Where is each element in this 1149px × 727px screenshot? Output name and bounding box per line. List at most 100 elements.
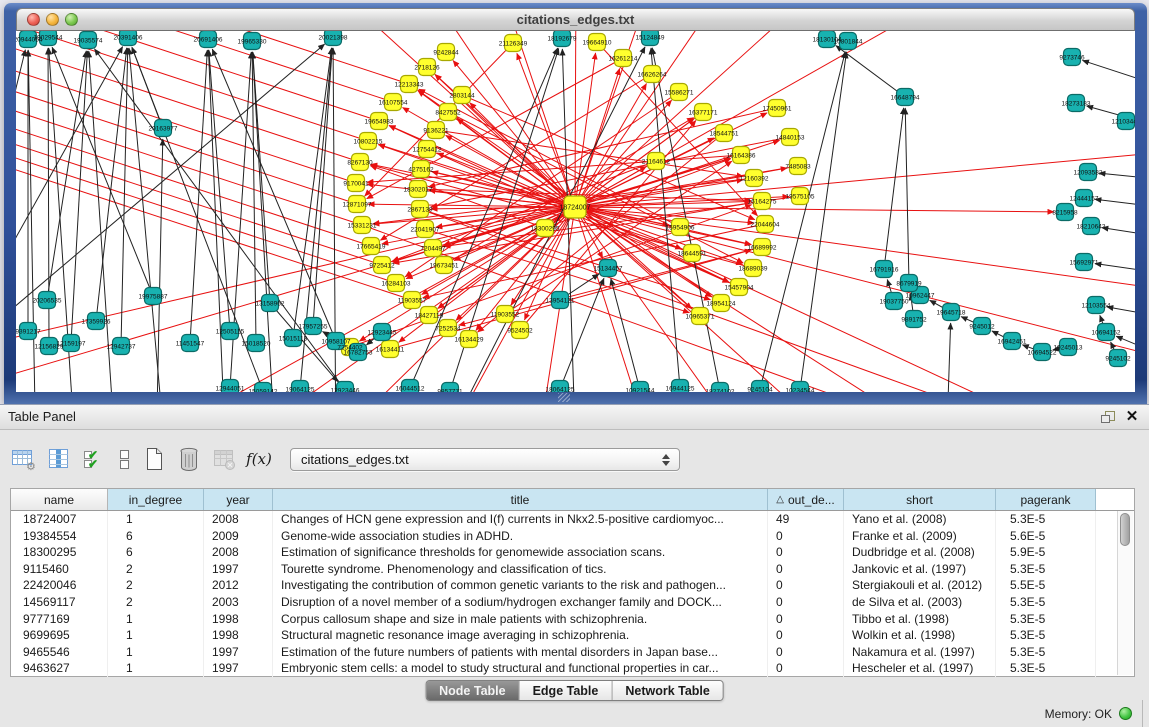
window-resize-grip[interactable]	[558, 393, 570, 402]
cell-name[interactable]: 14569117	[11, 594, 108, 611]
cell-out_degree[interactable]: 0	[768, 627, 844, 644]
cell-name[interactable]: 22420046	[11, 577, 108, 594]
cell-in_degree[interactable]: 1	[108, 627, 204, 644]
cell-in_degree[interactable]: 2	[108, 594, 204, 611]
cell-in_degree[interactable]: 1	[108, 611, 204, 628]
cell-title[interactable]: Estimation of significance thresholds fo…	[273, 544, 768, 561]
column-header-short[interactable]: short	[844, 489, 996, 510]
cell-year[interactable]: 2009	[204, 528, 273, 545]
column-header-out-degree[interactable]: △out_de...	[768, 489, 844, 510]
scrollbar-thumb[interactable]	[1120, 513, 1130, 546]
cell-title[interactable]: Tourette syndrome. Phenomenology and cla…	[273, 561, 768, 578]
cell-pagerank[interactable]: 5.9E-5	[996, 544, 1096, 561]
cell-in_degree[interactable]: 1	[108, 511, 204, 528]
cell-short[interactable]: Jankovic et al. (1997)	[844, 561, 996, 578]
cell-in_degree[interactable]: 6	[108, 544, 204, 561]
function-builder-button[interactable]: f(x)	[243, 443, 275, 475]
network-graph[interactable]: 1872400792428442718126122133431610755419…	[16, 31, 1135, 392]
cell-out_degree[interactable]: 0	[768, 577, 844, 594]
cell-in_degree[interactable]: 2	[108, 577, 204, 594]
cell-in_degree[interactable]: 1	[108, 644, 204, 661]
cell-name[interactable]: 9463627	[11, 660, 108, 677]
cell-pagerank[interactable]: 5.3E-5	[996, 511, 1096, 528]
tab-node-table[interactable]: Node Table	[426, 681, 519, 700]
cell-title[interactable]: Genome-wide association studies in ADHD.	[273, 528, 768, 545]
cell-title[interactable]: Changes of HCN gene expression and I(f) …	[273, 511, 768, 528]
cell-pagerank[interactable]: 5.3E-5	[996, 627, 1096, 644]
cell-short[interactable]: Dudbridge et al. (2008)	[844, 544, 996, 561]
cell-pagerank[interactable]: 5.3E-5	[996, 660, 1096, 677]
cell-in_degree[interactable]: 6	[108, 528, 204, 545]
table-options-button[interactable]: ⚙	[8, 443, 40, 475]
column-header-title[interactable]: title	[273, 489, 768, 510]
select-rows-button[interactable]: ✔ ✔	[78, 443, 110, 475]
cell-year[interactable]: 2008	[204, 544, 273, 561]
cell-out_degree[interactable]: 0	[768, 594, 844, 611]
row-options-button[interactable]	[113, 443, 135, 475]
cell-year[interactable]: 1997	[204, 660, 273, 677]
cell-in_degree[interactable]: 1	[108, 660, 204, 677]
cell-in_degree[interactable]: 2	[108, 561, 204, 578]
cell-year[interactable]: 2008	[204, 511, 273, 528]
create-column-button[interactable]	[138, 443, 170, 475]
cell-out_degree[interactable]: 0	[768, 561, 844, 578]
cell-out_degree[interactable]: 0	[768, 611, 844, 628]
cell-out_degree[interactable]: 0	[768, 644, 844, 661]
cell-short[interactable]: Hescheler et al. (1997)	[844, 660, 996, 677]
cell-title[interactable]: Corpus callosum shape and size in male p…	[273, 611, 768, 628]
cell-pagerank[interactable]: 5.6E-5	[996, 528, 1096, 545]
cell-short[interactable]: Franke et al. (2009)	[844, 528, 996, 545]
cell-year[interactable]: 1998	[204, 611, 273, 628]
cell-title[interactable]: Investigating the contribution of common…	[273, 577, 768, 594]
cell-year[interactable]: 1997	[204, 644, 273, 661]
cell-short[interactable]: Stergiakouli et al. (2012)	[844, 577, 996, 594]
column-header-name[interactable]: name	[11, 489, 108, 510]
tab-edge-table[interactable]: Edge Table	[520, 681, 613, 700]
cell-name[interactable]: 9465546	[11, 644, 108, 661]
cell-pagerank[interactable]: 5.3E-5	[996, 611, 1096, 628]
cell-name[interactable]: 18724007	[11, 511, 108, 528]
cell-title[interactable]: Disruption of a novel member of a sodium…	[273, 594, 768, 611]
cell-year[interactable]: 1998	[204, 627, 273, 644]
delete-table-button[interactable]	[208, 443, 240, 475]
network-canvas[interactable]: 1872400792428442718126122133431610755419…	[16, 31, 1135, 392]
cell-out_degree[interactable]: 0	[768, 544, 844, 561]
delete-column-button[interactable]	[173, 443, 205, 475]
cell-title[interactable]: Estimation of the future numbers of pati…	[273, 644, 768, 661]
cell-pagerank[interactable]: 5.3E-5	[996, 644, 1096, 661]
cell-out_degree[interactable]: 0	[768, 528, 844, 545]
close-panel-button[interactable]: ✕	[1123, 409, 1141, 425]
graph-node-label: 2867139	[407, 206, 433, 213]
cell-title[interactable]: Structural magnetic resonance image aver…	[273, 627, 768, 644]
cell-short[interactable]: Nakamura et al. (1997)	[844, 644, 996, 661]
cell-pagerank[interactable]: 5.3E-5	[996, 594, 1096, 611]
table-select-dropdown[interactable]: citations_edges.txt	[290, 448, 680, 471]
cell-name[interactable]: 9699695	[11, 627, 108, 644]
cell-out_degree[interactable]: 49	[768, 511, 844, 528]
cell-name[interactable]: 19384554	[11, 528, 108, 545]
cell-name[interactable]: 18300295	[11, 544, 108, 561]
cell-pagerank[interactable]: 5.5E-5	[996, 577, 1096, 594]
cell-year[interactable]: 1997	[204, 561, 273, 578]
graph-node-label: 16791916	[870, 266, 899, 273]
cell-year[interactable]: 2012	[204, 577, 273, 594]
sort-ascending-icon: △	[776, 494, 784, 505]
cell-name[interactable]: 9777169	[11, 611, 108, 628]
table-vertical-scrollbar[interactable]	[1117, 511, 1133, 675]
tab-network-table[interactable]: Network Table	[612, 681, 723, 700]
column-header-pagerank[interactable]: pagerank	[996, 489, 1096, 510]
cell-year[interactable]: 2003	[204, 594, 273, 611]
cell-short[interactable]: Yano et al. (2008)	[844, 511, 996, 528]
cell-pagerank[interactable]: 5.3E-5	[996, 561, 1096, 578]
cell-short[interactable]: Wolkin et al. (1998)	[844, 627, 996, 644]
cell-short[interactable]: Tibbo et al. (1998)	[844, 611, 996, 628]
column-header-year[interactable]: year	[204, 489, 273, 510]
cell-short[interactable]: de Silva et al. (2003)	[844, 594, 996, 611]
cell-title[interactable]: Embryonic stem cells: a model to study s…	[273, 660, 768, 677]
column-header-in-degree[interactable]: in_degree	[108, 489, 204, 510]
cell-out_degree[interactable]: 0	[768, 660, 844, 677]
float-panel-button[interactable]	[1099, 409, 1117, 425]
window-titlebar[interactable]: citations_edges.txt	[16, 8, 1135, 31]
cell-name[interactable]: 9115460	[11, 561, 108, 578]
show-column-button[interactable]	[43, 443, 75, 475]
